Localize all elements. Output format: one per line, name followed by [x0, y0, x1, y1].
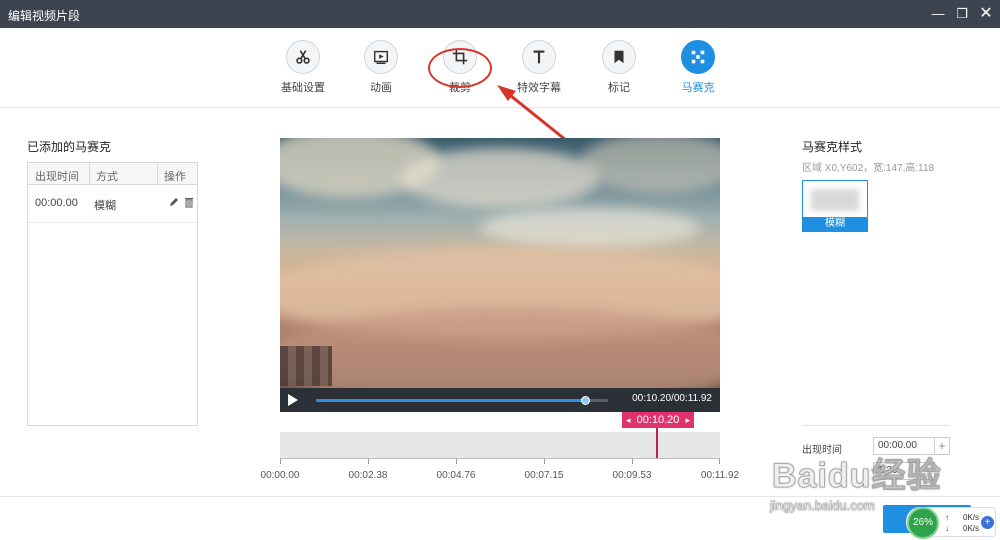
increase-button[interactable]: +: [934, 437, 950, 455]
watermark-url: jingyan.baidu.com: [770, 498, 875, 514]
mosaic-style-title: 马赛克样式: [802, 140, 863, 154]
usage-percent: 26%: [907, 507, 939, 539]
download-value: 0K/s: [963, 524, 980, 533]
blur-preview: [811, 189, 859, 211]
timeline-tick: [456, 459, 457, 464]
style-name: 模糊: [803, 217, 867, 231]
video-preview[interactable]: [280, 138, 720, 388]
play-square-icon: [364, 40, 398, 74]
mosaic-icon: [681, 40, 715, 74]
timeline-tick-label: 00:00.00: [260, 470, 300, 481]
timeline-tick-label: 00:04.76: [436, 470, 476, 481]
title-bar: 编辑视频片段 — ❐ ✕: [0, 0, 1000, 28]
timeline-tick-label: 00:09.53: [612, 470, 652, 481]
progress-knob[interactable]: [580, 396, 590, 405]
tab-animation[interactable]: 动画: [341, 40, 421, 95]
appear-time-input[interactable]: 00:00.00: [873, 437, 935, 455]
arrow-right-icon[interactable]: ▸: [685, 412, 690, 428]
bottom-divider: [0, 496, 1000, 497]
column-header: 操作: [164, 171, 186, 183]
added-mosaic-title: 已添加的马赛克: [27, 140, 112, 154]
timeline-tick-label: 00:11.92: [700, 470, 740, 481]
mosaic-region: [280, 346, 332, 386]
plus-icon[interactable]: +: [981, 516, 994, 529]
mosaic-list-table: 出现时间 方式 操作 00:00.00 模糊: [27, 162, 198, 426]
timeline-tick: [280, 459, 281, 464]
tool-tabs: 基础设置 动画 裁剪 特效字幕 标记 马赛克: [0, 28, 1000, 108]
tab-effect-subtitles[interactable]: 特效字幕: [499, 40, 579, 95]
table-header: 出现时间 方式 操作: [28, 163, 197, 185]
bookmark-icon: [602, 40, 636, 74]
maximize-button[interactable]: ❐: [950, 4, 974, 24]
row-mode: 模糊: [94, 200, 116, 212]
upload-speed: ↑ 0K/s: [945, 513, 980, 522]
timeline-marker[interactable]: ◂ 00:10.20 ▸: [622, 412, 694, 428]
tab-marker[interactable]: 标记: [579, 40, 659, 95]
arrow-left-icon[interactable]: ◂: [626, 412, 631, 428]
table-row[interactable]: 00:00.00 模糊: [28, 185, 197, 223]
download-speed: ↓ 0K/s: [945, 524, 980, 533]
duration-input[interactable]: 1.20: [873, 462, 935, 480]
tab-basic-settings[interactable]: 基础设置: [263, 40, 343, 95]
tab-label: 动画: [370, 82, 392, 94]
scissors-icon: [286, 40, 320, 74]
edit-icon[interactable]: [168, 196, 180, 208]
player-controls: 00:10.20/00:11.92: [280, 388, 720, 412]
trash-icon[interactable]: [183, 196, 195, 208]
cloud: [280, 308, 720, 388]
timeline-track[interactable]: [280, 432, 720, 458]
progress-bar[interactable]: [316, 396, 608, 405]
timeline-tick: [368, 459, 369, 464]
cloud: [580, 138, 720, 193]
network-speed-widget[interactable]: 26% ↑ 0K/s ↓ 0K/s +: [906, 507, 996, 539]
region-info: 区域 X0,Y602，宽:147,高:118: [802, 163, 935, 174]
cloud: [400, 148, 600, 208]
tab-label: 裁剪: [449, 82, 471, 94]
tab-crop[interactable]: 裁剪: [420, 40, 500, 95]
upload-value: 0K/s: [963, 513, 980, 522]
tab-label: 马赛克: [681, 82, 715, 94]
appear-time-label: 出现时间: [802, 445, 842, 456]
row-time: 00:00.00: [35, 197, 78, 209]
column-header: 方式: [96, 171, 118, 183]
tab-label: 标记: [608, 82, 630, 94]
column-divider: [89, 163, 90, 185]
minimize-button[interactable]: —: [926, 4, 950, 24]
time-readout: 00:10.20/00:11.92: [632, 393, 712, 404]
style-option-blur[interactable]: 模糊: [802, 180, 868, 232]
tab-label: 基础设置: [281, 82, 325, 94]
marker-time: 00:10.20: [636, 414, 680, 426]
text-t-icon: [522, 40, 556, 74]
timeline-tick: [719, 459, 720, 464]
timeline-tick-label: 00:07.15: [524, 470, 564, 481]
column-header: 出现时间: [35, 171, 79, 183]
timeline-tick: [632, 459, 633, 464]
timeline-tick: [544, 459, 545, 464]
close-button[interactable]: ✕: [974, 4, 998, 24]
tab-mosaic[interactable]: 马赛克: [658, 40, 738, 95]
timeline-playhead[interactable]: [656, 428, 658, 458]
timeline-tick-label: 00:02.38: [348, 470, 388, 481]
timeline-ruler: [280, 458, 720, 466]
play-icon[interactable]: [288, 394, 298, 406]
divider: [802, 425, 950, 426]
cloud: [480, 208, 700, 248]
column-divider: [157, 163, 158, 185]
progress-fill: [316, 399, 585, 402]
window-title: 编辑视频片段: [8, 9, 81, 23]
tab-label: 特效字幕: [517, 82, 561, 94]
crop-icon: [443, 40, 477, 74]
